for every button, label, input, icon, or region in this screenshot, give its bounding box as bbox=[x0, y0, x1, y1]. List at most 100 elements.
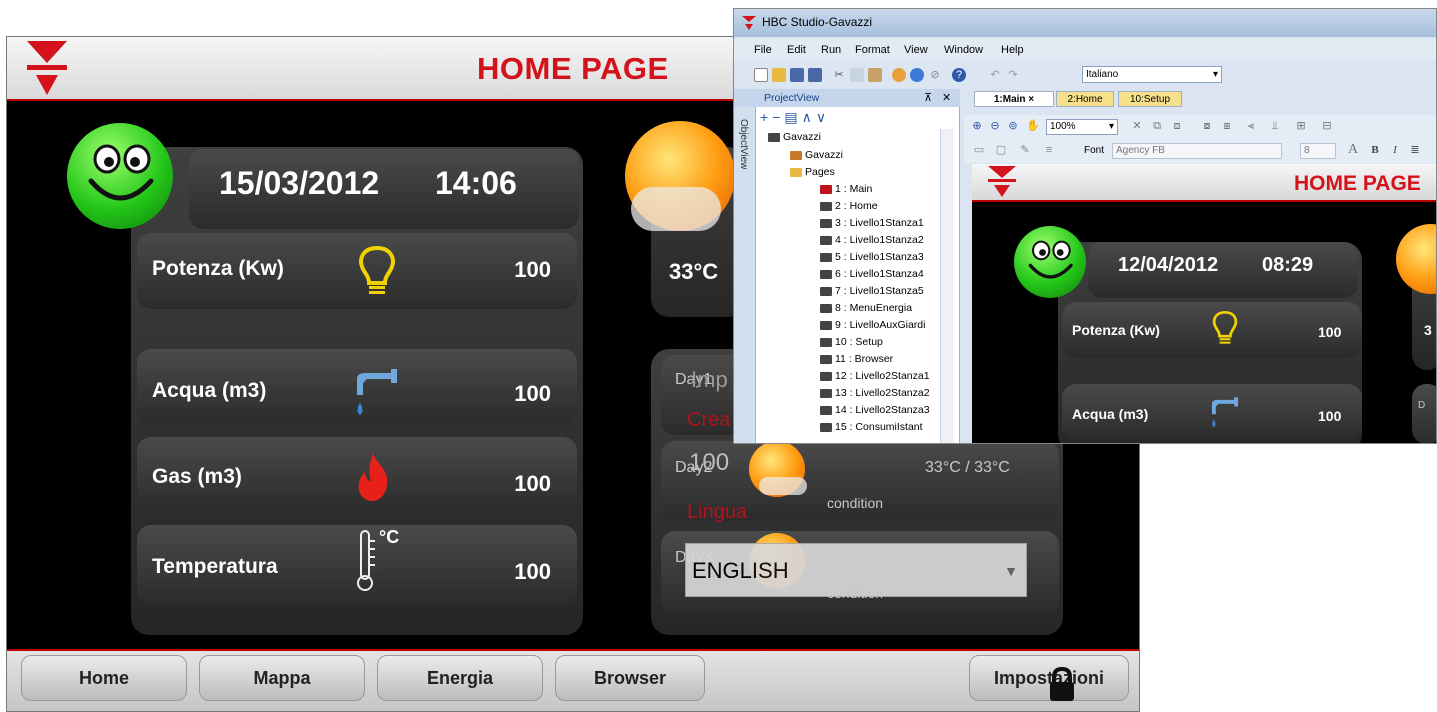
new-file-icon[interactable] bbox=[754, 68, 768, 82]
language-dropdown-value: Italiano bbox=[1086, 69, 1119, 80]
save-icon[interactable] bbox=[790, 68, 804, 82]
help-icon[interactable]: ? bbox=[952, 68, 966, 82]
close-icon[interactable]: ✕ bbox=[942, 91, 951, 104]
run-icon[interactable] bbox=[910, 68, 924, 82]
tree-page-item[interactable]: 4 : Livello1Stanza2 bbox=[820, 234, 924, 246]
move-down-icon[interactable]: ∨ bbox=[816, 109, 830, 125]
align-left-icon[interactable]: ⫷ bbox=[1244, 119, 1258, 133]
align-text-icon[interactable]: ≣ bbox=[1408, 143, 1422, 157]
project-view-header: ProjectView ⊼ ✕ bbox=[734, 89, 960, 107]
project-view-panel: ProjectView ⊼ ✕ ObjectView +−▤∧∨ Gavazzi… bbox=[734, 89, 960, 443]
doc-tab-setup[interactable]: 10:Setup bbox=[1118, 91, 1182, 107]
paste-icon[interactable] bbox=[868, 68, 882, 82]
tree-page-item[interactable]: 3 : Livello1Stanza1 bbox=[820, 217, 924, 229]
tree-page-item[interactable]: 9 : LivelloAuxGiardi bbox=[820, 319, 925, 331]
objectview-tab[interactable]: ObjectView bbox=[738, 119, 749, 169]
preview-smiley-icon bbox=[1014, 226, 1086, 298]
window-title: HBC Studio-Gavazzi bbox=[762, 15, 873, 29]
tree-page-item[interactable]: 12 : Livello2Stanza1 bbox=[820, 370, 930, 382]
tree-scrollbar[interactable] bbox=[940, 129, 954, 443]
language-dropdown[interactable]: Italiano ▾ bbox=[1082, 66, 1222, 83]
paint-icon[interactable]: ✎ bbox=[1018, 143, 1032, 157]
chevron-down-icon: ▾ bbox=[1108, 121, 1114, 132]
bold-icon[interactable]: B bbox=[1368, 143, 1382, 157]
tree-toolbar: +−▤∧∨ bbox=[760, 109, 830, 126]
doc-tab-home[interactable]: 2:Home bbox=[1056, 91, 1114, 107]
hand-tool-icon[interactable]: ✋ bbox=[1026, 119, 1040, 133]
cut-icon[interactable]: ✂ bbox=[832, 68, 846, 82]
stop-icon[interactable]: ⊘ bbox=[928, 68, 942, 82]
tree-page-item[interactable]: 8 : MenuEnergia bbox=[820, 302, 912, 314]
zoom-out-icon[interactable]: ⊖ bbox=[988, 119, 1002, 133]
font-size-select[interactable]: 8 bbox=[1300, 143, 1336, 159]
bring-front-icon[interactable]: ⧇ bbox=[1200, 119, 1214, 133]
tree-pages-folder[interactable]: Pages bbox=[790, 166, 835, 178]
tree-page-item[interactable]: 7 : Livello1Stanza5 bbox=[820, 285, 924, 297]
ungroup-icon[interactable]: ⧈ bbox=[1170, 119, 1184, 133]
menu-format[interactable]: Format bbox=[855, 44, 890, 56]
stroke-icon[interactable]: ▢ bbox=[994, 143, 1008, 157]
zoom-select[interactable]: 100% ▾ bbox=[1046, 119, 1118, 135]
copy-icon[interactable] bbox=[850, 68, 864, 82]
tree-page-item[interactable]: 10 : Setup bbox=[820, 336, 883, 348]
menu-edit[interactable]: Edit bbox=[787, 44, 806, 56]
properties-icon[interactable]: ▤ bbox=[784, 109, 801, 125]
app-logo-icon bbox=[742, 16, 756, 30]
tree-page-item[interactable]: 2 : Home bbox=[820, 200, 878, 212]
preview-header: HOME PAGE bbox=[972, 164, 1436, 202]
open-folder-icon[interactable] bbox=[772, 68, 786, 82]
tree-gavazzi-item[interactable]: Gavazzi bbox=[790, 149, 843, 161]
undo-icon[interactable]: ↶ bbox=[988, 68, 1002, 82]
tree-page-item[interactable]: 13 : Livello2Stanza2 bbox=[820, 387, 930, 399]
preview-date: 12/04/2012 bbox=[1118, 254, 1219, 276]
remove-icon[interactable]: − bbox=[772, 109, 784, 125]
tree-page-item[interactable]: 1 : Main bbox=[820, 183, 872, 195]
font-color-icon[interactable]: A bbox=[1346, 143, 1360, 157]
tree-root-item[interactable]: Gavazzi bbox=[768, 131, 821, 143]
font-size-value: 8 bbox=[1304, 145, 1310, 156]
save-all-icon[interactable] bbox=[808, 68, 822, 82]
menu-help[interactable]: Help bbox=[1001, 44, 1024, 56]
close-icon[interactable]: × bbox=[1028, 94, 1034, 105]
tree-page-item[interactable]: 11 : Browser bbox=[820, 353, 893, 365]
menu-file[interactable]: File bbox=[754, 44, 772, 56]
build-icon[interactable] bbox=[892, 68, 906, 82]
chevron-down-icon: ▾ bbox=[1212, 69, 1218, 80]
preview-tap-icon bbox=[1211, 397, 1239, 428]
pin-icon[interactable]: ⊼ bbox=[924, 91, 932, 104]
move-up-icon[interactable]: ∧ bbox=[802, 109, 816, 125]
tree-page-item[interactable]: 14 : Livello2Stanza3 bbox=[820, 404, 930, 416]
tree-page-item[interactable]: 5 : Livello1Stanza3 bbox=[820, 251, 924, 263]
menu-window[interactable]: Window bbox=[944, 44, 983, 56]
italic-icon[interactable]: I bbox=[1388, 143, 1402, 157]
preview-potenza-label: Potenza (Kw) bbox=[1072, 322, 1160, 338]
add-icon[interactable]: + bbox=[760, 109, 772, 125]
send-back-icon[interactable]: ⧆ bbox=[1220, 119, 1234, 133]
fill-icon[interactable]: ▭ bbox=[972, 143, 986, 157]
distribute-icon[interactable]: ⊞ bbox=[1294, 119, 1308, 133]
preview-sun-icon bbox=[1396, 224, 1436, 294]
line-style-icon[interactable]: ≡ bbox=[1042, 143, 1056, 157]
font-select[interactable]: Agency FB bbox=[1112, 143, 1282, 159]
font-label: Font bbox=[1084, 145, 1105, 156]
format-toolbar: ▭ ▢ ✎ ≡ Font Agency FB 8 A B I ≣ bbox=[964, 139, 1436, 163]
tree-page-item[interactable]: 15 : ConsumiIstant bbox=[820, 421, 923, 433]
zoom-fit-icon[interactable]: ⊚ bbox=[1006, 119, 1020, 133]
menu-run[interactable]: Run bbox=[821, 44, 841, 56]
grid-icon[interactable]: ⊟ bbox=[1320, 119, 1334, 133]
delete-icon[interactable]: ✕ bbox=[1130, 119, 1144, 133]
preview-logo-icon bbox=[988, 166, 1016, 197]
doc-tab-main[interactable]: 1:Main × bbox=[974, 91, 1054, 107]
project-view-title: ProjectView bbox=[764, 92, 820, 104]
tree-page-item[interactable]: 6 : Livello1Stanza4 bbox=[820, 268, 924, 280]
redo-icon[interactable]: ↷ bbox=[1006, 68, 1020, 82]
preview-day-row bbox=[1412, 384, 1436, 443]
group-icon[interactable]: ⧉ bbox=[1150, 119, 1164, 133]
zoom-in-icon[interactable]: ⊕ bbox=[970, 119, 984, 133]
preview-potenza-value: 100 bbox=[1318, 324, 1342, 340]
menu-bar: File Edit Run Format View Window Help bbox=[734, 39, 1436, 61]
preview-time: 08:29 bbox=[1262, 254, 1314, 276]
align-bottom-icon[interactable]: ⫫ bbox=[1268, 119, 1282, 133]
menu-view[interactable]: View bbox=[904, 44, 928, 56]
page-canvas-preview[interactable]: HOME PAGE 12/04/2012 08:29 Potenza (Kw) … bbox=[972, 164, 1436, 443]
